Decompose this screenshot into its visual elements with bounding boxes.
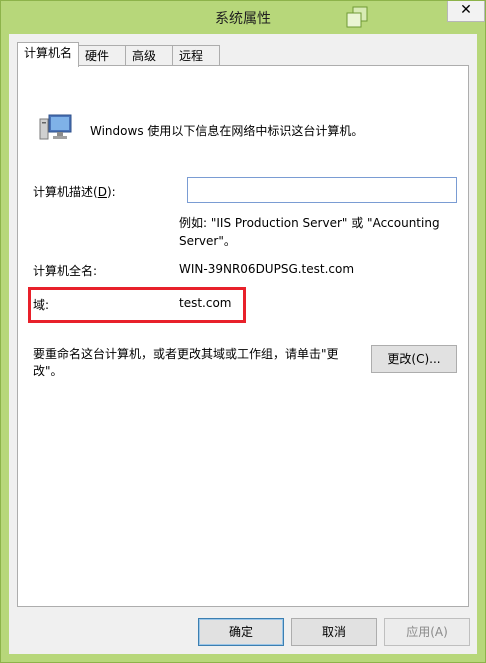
rename-text-line-2: 改"。	[33, 364, 63, 378]
apply-button[interactable]: 应用(A)	[384, 618, 470, 646]
dialog-client: 计算机名 硬件 高级 远程 Windows 使用以下信息在网络中标识这台计算机。…	[9, 34, 477, 654]
domain-label: 域:	[33, 298, 50, 312]
full-name-value: WIN-39NR06DUPSG.test.com	[179, 262, 355, 276]
tab-hardware[interactable]: 硬件	[78, 45, 126, 65]
example-line-2: Server"。	[179, 234, 236, 248]
domain-value: test.com	[179, 296, 232, 310]
title-bar[interactable]: 系统属性 ✕	[1, 1, 485, 34]
description-label: 计算机描述(D):	[33, 185, 116, 199]
window-frame: 系统属性 ✕ 计算机名 硬件 高级 远程 Windows 使用以下信息在网络中标…	[0, 0, 486, 663]
close-button[interactable]: ✕	[447, 1, 485, 22]
intro-text: Windows 使用以下信息在网络中标识这台计算机。	[90, 124, 364, 138]
ok-button[interactable]: 确定	[198, 618, 284, 646]
computer-icon	[39, 114, 72, 140]
example-line-1: 例如: "IIS Production Server" 或 "Accountin…	[179, 216, 440, 230]
cancel-button[interactable]: 取消	[291, 618, 377, 646]
tab-remote[interactable]: 远程	[172, 45, 220, 65]
tab-panel: Windows 使用以下信息在网络中标识这台计算机。 计算机描述(D): 例如:…	[17, 65, 469, 607]
full-name-label: 计算机全名:	[33, 264, 98, 278]
rename-text-line-1: 要重命名这台计算机，或者更改其域或工作组，请单击"更	[33, 347, 339, 361]
tab-computer-name[interactable]: 计算机名	[17, 42, 79, 67]
window-switch-icon	[346, 6, 368, 28]
tab-advanced[interactable]: 高级	[125, 45, 173, 65]
change-button[interactable]: 更改(C)...	[371, 345, 457, 373]
description-input[interactable]	[187, 177, 457, 203]
window-title: 系统属性	[215, 11, 271, 27]
